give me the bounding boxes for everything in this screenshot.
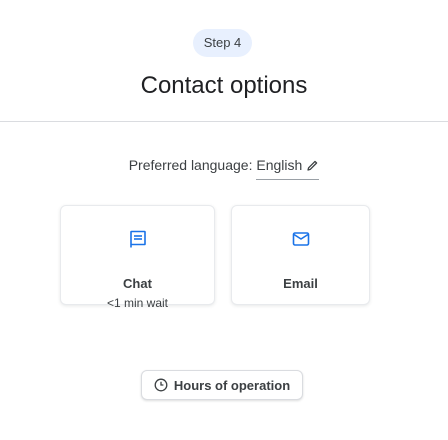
step-badge: Step 4 [193, 29, 252, 57]
pencil-icon [306, 156, 319, 178]
language-value: English [256, 157, 303, 173]
hours-button-label: Hours of operation [173, 377, 291, 393]
chat-icon [128, 229, 148, 249]
email-option-label: Email [283, 276, 318, 291]
chat-option-card[interactable]: Chat <1 min wait [60, 205, 215, 310]
chat-option-label: Chat [123, 276, 152, 291]
language-prefix: Preferred language: [128, 157, 253, 173]
contact-options-page: Step 4 Contact options Preferred languag… [0, 0, 448, 440]
language-selector[interactable]: English [256, 154, 320, 180]
clock-icon [154, 378, 168, 392]
preferred-language-row: Preferred language: English [0, 154, 448, 180]
hours-of-operation-button[interactable]: Hours of operation [141, 370, 303, 400]
page-title: Contact options [140, 72, 308, 99]
chat-wait-time: <1 min wait [106, 296, 169, 310]
mail-icon [291, 229, 311, 249]
email-option-card[interactable]: Email [231, 205, 370, 305]
divider [0, 121, 448, 122]
